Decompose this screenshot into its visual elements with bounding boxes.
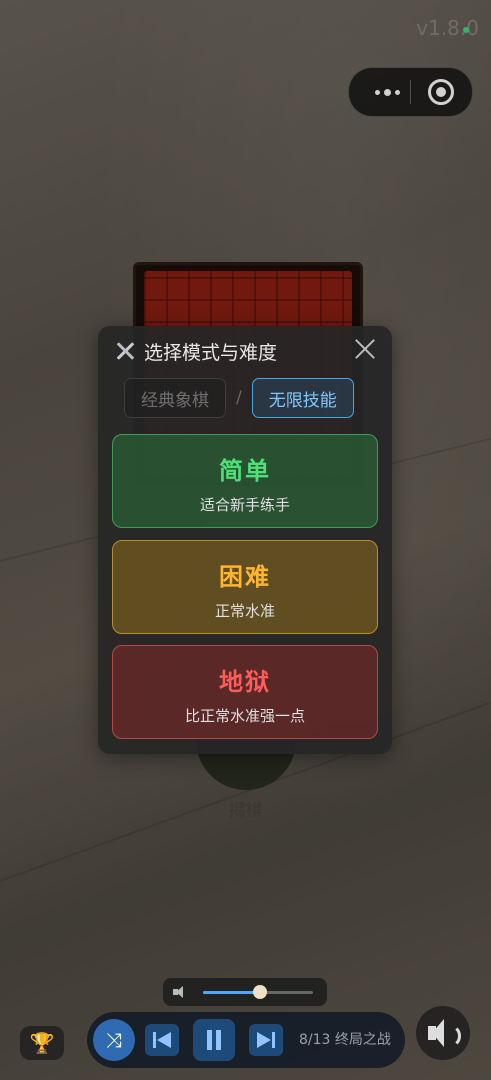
difficulty-desc: 正常水准: [214, 602, 275, 620]
speaker-icon[interactable]: [416, 1006, 470, 1060]
volume-slider-panel: [163, 978, 327, 1006]
difficulty-desc: 比正常水准强一点: [184, 707, 305, 725]
difficulty-hard-button[interactable]: 困难 正常水准: [112, 540, 378, 634]
shuffle-icon[interactable]: ⤨: [93, 1019, 135, 1061]
difficulty-name: 简单: [219, 457, 271, 485]
crossed-swords-icon: [114, 340, 136, 362]
tab-separator: /: [236, 388, 242, 408]
volume-icon: [173, 985, 187, 999]
dialog-title: 选择模式与难度: [114, 336, 277, 366]
skip-next-icon[interactable]: [249, 1024, 283, 1056]
trophy-icon: 🏆: [29, 1031, 55, 1055]
difficulty-hell-button[interactable]: 地狱 比正常水准强一点: [112, 645, 378, 739]
difficulty-easy-button[interactable]: 简单 适合新手练手: [112, 434, 378, 528]
mode-tabs: 经典象棋 / 无限技能: [124, 378, 354, 418]
skip-previous-icon[interactable]: [145, 1024, 179, 1056]
volume-slider[interactable]: [203, 985, 313, 999]
dialog-title-text: 选择模式与难度: [144, 341, 278, 364]
difficulty-name: 地狱: [219, 668, 271, 696]
volume-knob[interactable]: [253, 985, 268, 999]
track-title: 8/13 终局之战: [299, 1032, 391, 1048]
pause-icon[interactable]: [193, 1019, 235, 1061]
difficulty-desc: 适合新手练手: [199, 496, 290, 514]
volume-fill: [203, 991, 261, 994]
music-player: ⤨ 8/13 终局之战: [87, 1012, 405, 1068]
mode-difficulty-dialog: 选择模式与难度 经典象棋 / 无限技能 简单 适合新手练手 困难 正常水准 地狱…: [98, 326, 392, 754]
tab-infinite-skills[interactable]: 无限技能: [251, 378, 354, 418]
close-icon[interactable]: [352, 336, 378, 362]
trophy-button[interactable]: 🏆: [20, 1026, 64, 1060]
tab-classic-chess[interactable]: 经典象棋: [124, 378, 226, 418]
difficulty-name: 困难: [219, 563, 271, 591]
